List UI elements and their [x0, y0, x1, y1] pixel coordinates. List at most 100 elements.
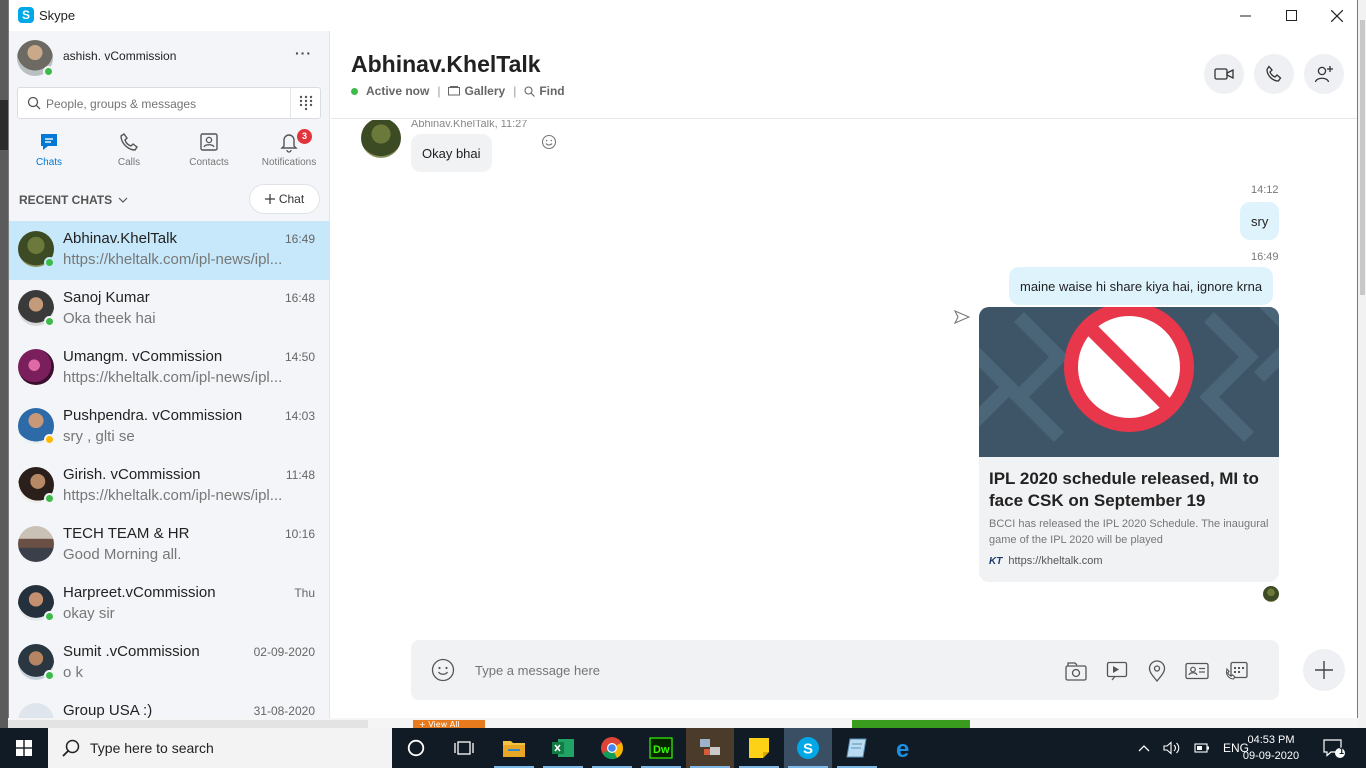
battery-icon[interactable]: [1194, 742, 1210, 754]
skype-icon: S: [797, 737, 819, 759]
chat-icon: [41, 134, 57, 150]
system-tray: ENG: [1138, 728, 1249, 768]
search-icon: [27, 96, 41, 110]
chat-time: 31-08-2020: [253, 704, 315, 718]
send-contact-button[interactable]: [1184, 658, 1210, 684]
chat-item-harpreet[interactable]: Harpreet.vCommission Thu okay sir: [9, 575, 330, 634]
taskbar-clock[interactable]: 04:53 PM 09-09-2020: [1240, 732, 1302, 764]
new-chat-button[interactable]: Chat: [249, 184, 320, 214]
start-button[interactable]: [0, 728, 48, 768]
chat-item-girish[interactable]: Girish. vCommission 11:48 https://khelta…: [9, 457, 330, 516]
notepad-app[interactable]: [833, 728, 881, 768]
separator: |: [437, 84, 441, 98]
video-call-button[interactable]: [1204, 54, 1244, 94]
maximize-button[interactable]: [1268, 0, 1314, 31]
online-dot-icon: [351, 87, 358, 95]
react-smiley-icon[interactable]: [541, 134, 557, 150]
sent-arrow-icon: [954, 310, 970, 324]
skype-logo-icon: S: [18, 7, 34, 23]
schedule-call-icon: [1225, 661, 1248, 680]
chat-preview: okay sir: [63, 605, 115, 622]
chat-time: 16:49: [284, 232, 315, 246]
message-input[interactable]: [475, 660, 875, 680]
window-title: Skype: [39, 8, 76, 23]
chat-item-abhinav[interactable]: Abhinav.KhelTalk 16:49 https://kheltalk.…: [9, 221, 330, 280]
chat-name: Girish. vCommission: [63, 466, 201, 483]
chat-item-group-usa[interactable]: Group USA :) 31-08-2020: [9, 693, 330, 718]
chat-name: Sanoj Kumar: [63, 289, 150, 306]
volume-icon[interactable]: [1163, 741, 1181, 755]
profile-avatar[interactable]: [17, 40, 54, 77]
share-location-button[interactable]: [1144, 658, 1170, 684]
chat-preview: Oka theek hai: [63, 310, 156, 327]
outgoing-message[interactable]: maine waise hi share kiya hai, ignore kr…: [1009, 267, 1274, 305]
minimize-button[interactable]: [1222, 0, 1268, 31]
avatar: [18, 408, 55, 445]
svg-text:S: S: [803, 741, 813, 758]
tab-notifications-label: Notifications: [261, 157, 317, 168]
link-preview-source[interactable]: KT https://kheltalk.com: [989, 555, 1103, 567]
chat-item-sumit[interactable]: Sumit .vCommission 02-09-2020 o k: [9, 634, 330, 693]
link-preview-card[interactable]: IPL 2020 schedule released, MI to face C…: [979, 307, 1279, 582]
tab-calls[interactable]: Calls: [89, 127, 169, 175]
tab-contacts-label: Contacts: [189, 157, 229, 168]
chat-preview: o k: [63, 664, 84, 681]
more-actions-button[interactable]: [1303, 649, 1345, 691]
search-input[interactable]: [46, 94, 286, 114]
sticky-notes-app[interactable]: [735, 728, 783, 768]
chat-preview: Good Morning all.: [63, 546, 182, 563]
sender-avatar[interactable]: [361, 120, 401, 158]
chevron-up-icon[interactable]: [1138, 744, 1150, 752]
outgoing-message-text: sry: [1251, 213, 1269, 229]
tab-chats[interactable]: Chats: [9, 127, 89, 175]
add-files-button[interactable]: [1063, 658, 1089, 684]
excel-app[interactable]: [539, 728, 587, 768]
add-people-button[interactable]: [1304, 54, 1344, 94]
chat-item-tech-team[interactable]: TECH TEAM & HR 10:16 Good Morning all.: [9, 516, 330, 575]
incoming-message[interactable]: Okay bhai: [411, 134, 492, 172]
action-center-button[interactable]: 1: [1310, 728, 1358, 768]
gallery-link[interactable]: Gallery: [448, 84, 505, 98]
conversation-header: Abhinav.KhelTalk Active now | Gallery | …: [331, 31, 1357, 119]
more-options-button[interactable]: ···: [295, 45, 312, 61]
chat-item-umangm[interactable]: Umangm. vCommission 14:50 https://khelta…: [9, 339, 330, 398]
chat-item-sanoj[interactable]: Sanoj Kumar 16:48 Oka theek hai: [9, 280, 330, 339]
file-explorer-app[interactable]: [490, 728, 538, 768]
video-message-button[interactable]: [1104, 658, 1130, 684]
gallery-icon: [1065, 662, 1087, 681]
taskbar-search-box[interactable]: Type here to search: [48, 728, 392, 768]
close-button[interactable]: [1314, 0, 1357, 31]
notification-badge: 3: [297, 129, 312, 144]
chat-name: TECH TEAM & HR: [63, 525, 190, 542]
chat-time: Thu: [294, 586, 315, 600]
chrome-app[interactable]: [588, 728, 636, 768]
skype-taskbar-app[interactable]: S: [784, 728, 832, 768]
audio-call-button[interactable]: [1254, 54, 1294, 94]
find-link[interactable]: Find: [524, 84, 565, 98]
search-box[interactable]: [17, 87, 321, 119]
chat-item-pushpendra[interactable]: Pushpendra. vCommission 14:03 sry , glti…: [9, 398, 330, 457]
conversation-title[interactable]: Abhinav.KhelTalk: [351, 51, 541, 78]
emoji-icon[interactable]: [431, 658, 455, 682]
chat-time: 11:48: [285, 468, 315, 482]
profile-area[interactable]: ashish. vCommission ···: [17, 39, 322, 79]
video-camera-icon: [1214, 68, 1234, 80]
chat-preview: https://kheltalk.com/ipl-news/ipl...: [63, 369, 283, 386]
dialpad-button[interactable]: [290, 88, 321, 118]
network-app[interactable]: [686, 728, 734, 768]
outgoing-message[interactable]: sry: [1240, 202, 1280, 240]
avatar: [18, 644, 55, 681]
separator: |: [513, 84, 517, 98]
tab-notifications[interactable]: 3 Notifications: [249, 127, 329, 175]
cortana-button[interactable]: [392, 728, 440, 768]
edge-app[interactable]: e: [882, 728, 930, 768]
schedule-call-button[interactable]: [1224, 658, 1250, 684]
task-view-button[interactable]: [440, 728, 488, 768]
phone-icon: [120, 133, 138, 151]
network-app-icon: [700, 739, 720, 755]
tab-calls-label: Calls: [117, 157, 141, 168]
recent-chats-header[interactable]: RECENT CHATS: [19, 193, 128, 207]
chat-name: Abhinav.KhelTalk: [63, 230, 177, 247]
dreamweaver-app[interactable]: Dw: [637, 728, 685, 768]
tab-contacts[interactable]: Contacts: [169, 127, 249, 175]
